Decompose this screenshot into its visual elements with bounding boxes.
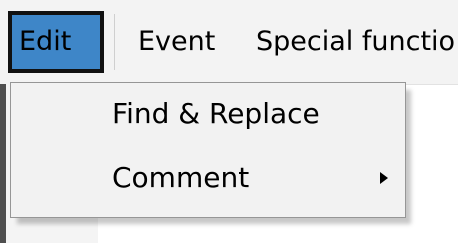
- menu-edit[interactable]: Edit: [8, 11, 104, 73]
- menu-event[interactable]: Event: [138, 11, 215, 73]
- chevron-right-icon: [380, 172, 388, 184]
- menu-item-label: Find & Replace: [112, 97, 320, 130]
- menu-item-comment[interactable]: Comment: [11, 147, 405, 209]
- menu-item-find-replace[interactable]: Find & Replace: [11, 83, 405, 145]
- edit-dropdown-menu: Find & Replace Comment: [10, 82, 406, 218]
- menu-separator: [114, 14, 115, 70]
- menu-special-functions[interactable]: Special functio: [256, 11, 458, 73]
- menu-item-label: Comment: [112, 161, 250, 194]
- menu-bar: Edit Event Special functio: [0, 0, 458, 85]
